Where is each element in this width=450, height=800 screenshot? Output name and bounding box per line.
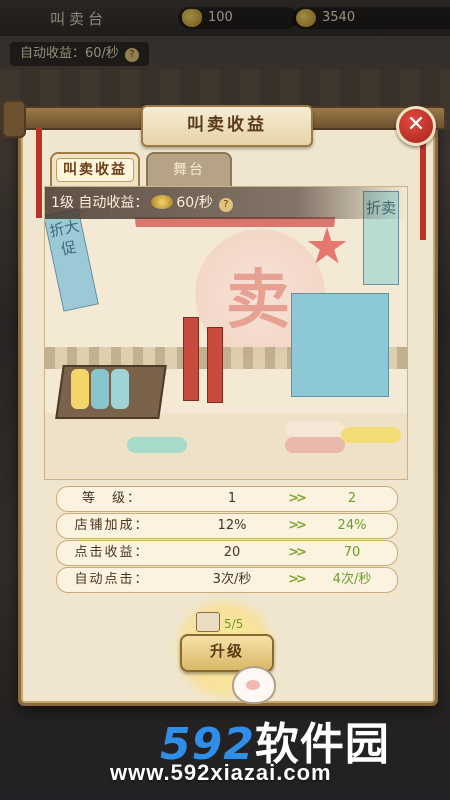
arrow-icon: >> [288,572,307,587]
stat-row-click-income: 点击收益： 20 >> 70 [56,540,398,566]
stat-next: 2 [347,491,357,506]
stat-next: 4次/秒 [332,572,372,587]
stat-next: 70 [343,545,361,560]
sell-sign: 卖 [226,263,290,338]
upgrade-cost: 5/5 [196,612,276,632]
panel-title: 叫卖收益 [141,105,313,147]
shop-scene-illustration: 卖 折大促 折卖 1级 自动收益：60/秒? [44,186,408,480]
stat-current: 3次/秒 [212,572,252,587]
fabric-stack [285,421,345,437]
red-scroll [207,327,223,403]
fabric-stack [285,437,345,453]
right-tassel [420,140,426,240]
fabric-stack [341,427,401,443]
left-tassel [36,128,42,218]
stat-label: 店铺加成： [74,518,150,533]
level-rate: 60/秒 [176,195,213,211]
help-icon[interactable]: ? [218,198,233,212]
stat-next: 24% [337,518,367,533]
stat-row-level: 等 级： 1 >> 2 [56,486,398,512]
close-button[interactable]: ✕ [396,106,436,146]
stat-label: 自动点击： [74,572,150,587]
upgrade-cost-value: 5/5 [224,617,244,631]
floor [45,413,407,479]
fabric-roll-yellow [71,369,89,409]
arrow-icon: >> [288,545,307,560]
beam-left-end [2,100,26,138]
banner-left: 折大促 [45,208,99,312]
cat-paw-pointer-icon [232,666,276,704]
tab-hawking-income[interactable]: 叫卖收益 [50,152,140,186]
tab-stage[interactable]: 舞台 [146,152,232,186]
stat-current: 12% [217,518,247,533]
fabric-roll-teal [91,369,109,409]
level-income-bar: 1级 自动收益： 60/秒? [45,187,407,219]
arrow-icon: >> [288,491,307,506]
watermark-url: www.592xiazai.com [110,760,332,785]
tab-hawking-income-label: 叫卖收益 [56,158,134,182]
stat-label: 点击收益： [74,545,150,560]
watermark-logo: 592软件园 [160,708,440,770]
level-prefix: 1级 自动收益： [51,195,149,211]
stat-row-shop-bonus: 店铺加成： 12% >> 24% [56,513,398,539]
red-scroll [183,317,199,401]
stat-current: 1 [227,491,237,506]
coin-icon [151,195,174,209]
stat-row-auto-click: 自动点击： 3次/秒 >> 4次/秒 [56,567,398,593]
stat-label: 等 级： [81,491,142,506]
fabric-roll-blue [111,369,129,409]
scroll-item-icon [196,612,220,632]
hanging-cloth [291,293,389,397]
stat-current: 20 [223,545,241,560]
fabric-stack [127,437,187,453]
arrow-icon: >> [288,518,307,533]
